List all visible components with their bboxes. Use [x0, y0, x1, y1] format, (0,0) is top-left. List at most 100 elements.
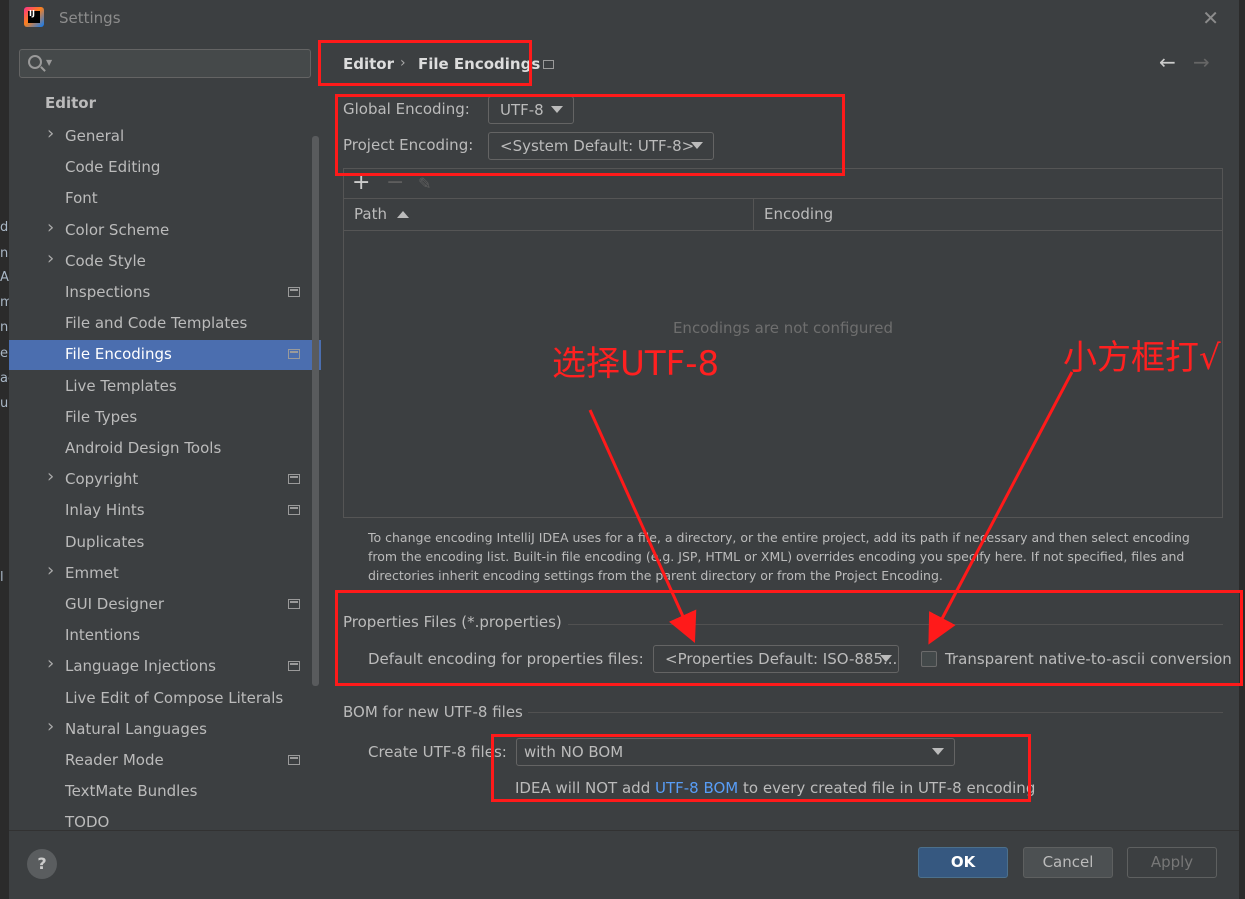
sidebar-item-font[interactable]: Font: [9, 184, 321, 214]
sidebar-item-code-editing[interactable]: Code Editing: [9, 153, 321, 183]
sidebar-item-label: Live Templates: [65, 377, 177, 395]
chevron-right-icon[interactable]: ›: [47, 716, 54, 737]
sidebar-item-live-templates[interactable]: Live Templates: [9, 372, 321, 402]
global-encoding-select[interactable]: UTF-8: [488, 96, 574, 124]
back-arrow-icon[interactable]: ←: [1159, 50, 1176, 74]
background-text: A: [0, 270, 9, 285]
sidebar-item-code-style[interactable]: › Code Style: [9, 247, 321, 277]
cancel-button[interactable]: Cancel: [1023, 847, 1113, 878]
settings-sidebar: ▼ Editor › General Code Editing Font › Color …: [9, 36, 321, 830]
sidebar-item-label: Language Injections: [65, 657, 216, 675]
background-text: ac: [0, 371, 9, 386]
apply-button[interactable]: Apply: [1127, 847, 1217, 878]
column-header-label: Encoding: [764, 205, 834, 223]
sidebar-scrollbar[interactable]: [312, 136, 319, 686]
project-scope-icon: [288, 599, 300, 609]
properties-default-label: Default encoding for properties files:: [368, 650, 644, 668]
project-scope-icon: [288, 505, 300, 515]
project-scope-icon: [288, 287, 300, 297]
dropdown-arrow-icon: [691, 142, 703, 149]
chevron-right-icon[interactable]: ›: [47, 466, 54, 487]
help-text: To change encoding IntelliJ IDEA uses fo…: [368, 530, 1190, 583]
sidebar-item-label: Copyright: [65, 470, 139, 488]
bom-note: IDEA will NOT add UTF-8 BOM to every cre…: [515, 779, 1035, 797]
project-scope-icon: [288, 661, 300, 671]
sidebar-item-copyright[interactable]: › Copyright: [9, 465, 321, 495]
sidebar-item-general[interactable]: › General: [9, 122, 321, 152]
bom-note-suffix: to every created file in UTF-8 encoding: [738, 779, 1036, 797]
project-scope-icon: [288, 474, 300, 484]
bom-group-title: BOM for new UTF-8 files: [343, 703, 523, 721]
background-right-strip: [1239, 0, 1245, 899]
sidebar-item-gui-designer[interactable]: GUI Designer: [9, 590, 321, 620]
utf8-bom-link[interactable]: UTF-8 BOM: [655, 779, 738, 797]
sidebar-item-label: Code Style: [65, 252, 146, 270]
chevron-right-icon[interactable]: ›: [47, 123, 54, 144]
sidebar-item-label: Android Design Tools: [65, 439, 222, 457]
global-encoding-label: Global Encoding:: [343, 100, 470, 118]
divider: [528, 712, 1223, 713]
project-encoding-select[interactable]: <System Default: UTF-8>: [488, 132, 714, 160]
sidebar-item-emmet[interactable]: › Emmet: [9, 559, 321, 589]
sidebar-item-duplicates[interactable]: Duplicates: [9, 528, 321, 558]
sidebar-item-label: Inspections: [65, 283, 151, 301]
sidebar-item-reader-mode[interactable]: Reader Mode: [9, 746, 321, 776]
sidebar-item-label: Natural Languages: [65, 720, 207, 738]
sidebar-item-label: GUI Designer: [65, 595, 164, 613]
chevron-right-icon[interactable]: ›: [47, 653, 54, 674]
title-bar: IJ Settings ✕: [9, 0, 1239, 36]
chevron-right-icon[interactable]: ›: [47, 217, 54, 238]
remove-icon[interactable]: −: [386, 170, 404, 195]
sidebar-item-label: Font: [65, 189, 98, 207]
divider: [568, 624, 1223, 625]
project-scope-icon: [288, 349, 300, 359]
breadcrumb-editor[interactable]: Editor: [343, 55, 394, 73]
dialog-footer: ? OK Cancel Apply: [9, 830, 1239, 893]
sidebar-item-textmate-bundles[interactable]: TextMate Bundles: [9, 777, 321, 807]
sidebar-item-inlay-hints[interactable]: Inlay Hints: [9, 496, 321, 526]
sidebar-section-editor[interactable]: Editor: [45, 94, 96, 112]
close-icon[interactable]: ✕: [1202, 6, 1219, 30]
chevron-right-icon[interactable]: ›: [47, 248, 54, 269]
column-header-path[interactable]: Path: [344, 199, 754, 231]
background-text: n: [0, 320, 9, 335]
properties-group-title: Properties Files (*.properties): [343, 613, 562, 631]
global-encoding-value: UTF-8: [500, 101, 544, 119]
sidebar-item-color-scheme[interactable]: › Color Scheme: [9, 216, 321, 246]
window-title: Settings: [59, 9, 121, 27]
sidebar-item-android-design-tools[interactable]: Android Design Tools: [9, 434, 321, 464]
dropdown-arrow-icon: [551, 106, 563, 113]
transparent-native-to-ascii-label[interactable]: Transparent native-to-ascii conversion: [945, 650, 1232, 668]
sidebar-item-language-injections[interactable]: › Language Injections: [9, 652, 321, 682]
bom-select[interactable]: with NO BOM: [516, 738, 955, 766]
sidebar-item-natural-languages[interactable]: › Natural Languages: [9, 715, 321, 745]
search-input[interactable]: ▼: [19, 49, 311, 78]
help-button[interactable]: ?: [27, 849, 57, 879]
properties-encoding-value: <Properties Default: ISO-885...: [665, 650, 898, 668]
sidebar-item-label: Reader Mode: [65, 751, 164, 769]
chevron-right-icon[interactable]: ›: [47, 560, 54, 581]
background-editor-strip: dnAmneacul: [0, 0, 9, 899]
forward-arrow-icon[interactable]: →: [1193, 50, 1210, 74]
column-header-encoding[interactable]: Encoding: [754, 199, 1222, 231]
column-header-label: Path: [354, 205, 387, 223]
properties-encoding-select[interactable]: <Properties Default: ISO-885...: [653, 645, 899, 673]
sidebar-item-file-types[interactable]: File Types: [9, 403, 321, 433]
sidebar-item-label: Inlay Hints: [65, 501, 145, 519]
transparent-native-to-ascii-checkbox[interactable]: [921, 651, 937, 667]
sidebar-item-todo[interactable]: TODO: [9, 808, 321, 830]
sidebar-item-live-edit-of-compose-literals[interactable]: Live Edit of Compose Literals: [9, 684, 321, 714]
settings-window: dnAmneacul IJ Settings ✕ ▼ Editor ›Gener…: [0, 0, 1245, 899]
add-icon[interactable]: +: [352, 170, 370, 195]
project-encoding-label: Project Encoding:: [343, 136, 474, 154]
ok-button[interactable]: OK: [918, 847, 1008, 878]
sidebar-item-file-and-code-templates[interactable]: File and Code Templates: [9, 309, 321, 339]
project-scope-icon: [288, 755, 300, 765]
dropdown-arrow-icon: [880, 655, 892, 662]
sidebar-item-label: TODO: [65, 813, 110, 830]
sidebar-item-intentions[interactable]: Intentions: [9, 621, 321, 651]
sidebar-item-file-encodings[interactable]: File Encodings: [9, 340, 321, 370]
edit-icon[interactable]: ✎: [418, 174, 431, 193]
sort-ascending-icon: [397, 211, 409, 218]
sidebar-item-inspections[interactable]: Inspections: [9, 278, 321, 308]
